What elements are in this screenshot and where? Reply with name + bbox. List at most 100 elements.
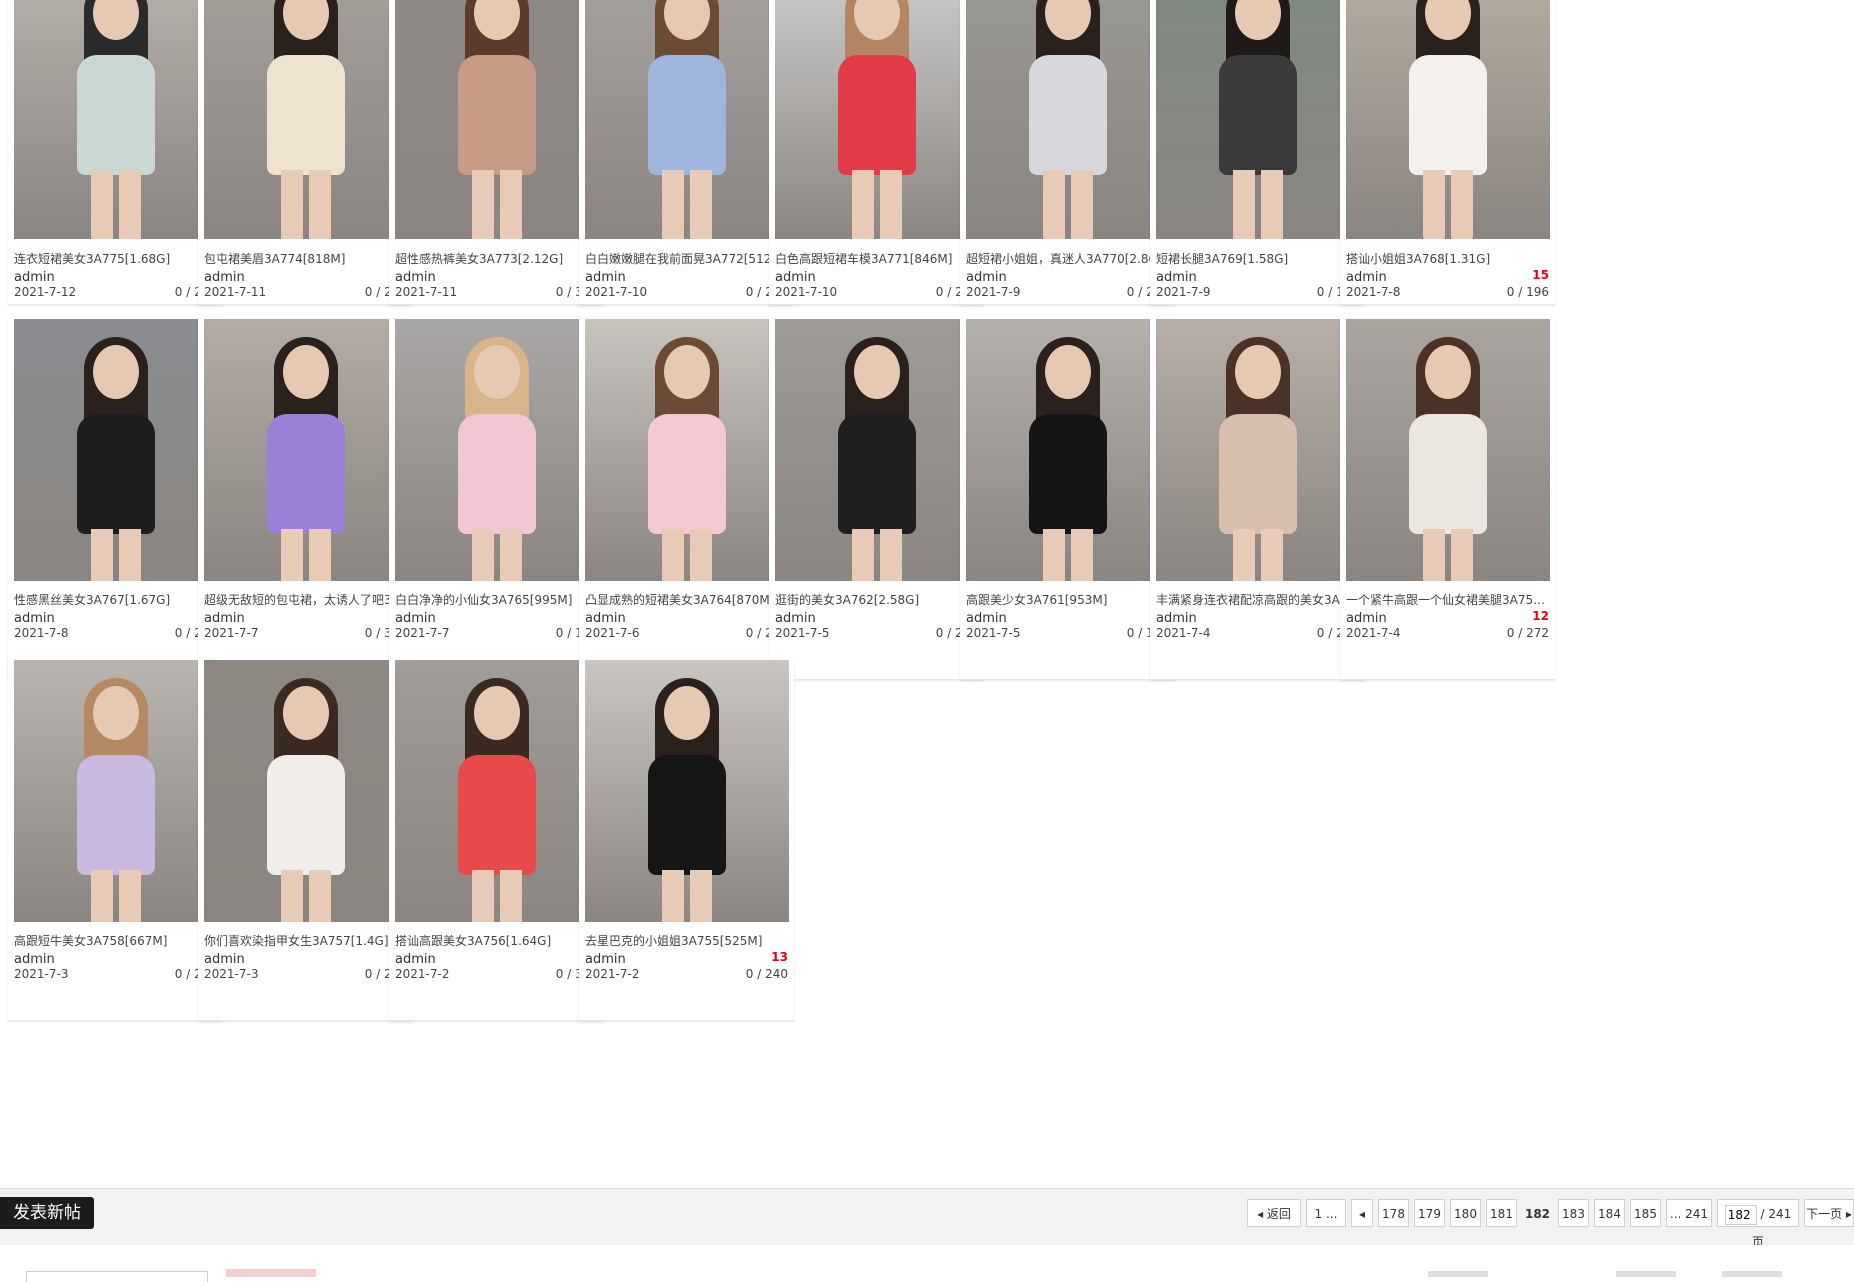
- page-link[interactable]: 183: [1558, 1199, 1589, 1227]
- next-page-button[interactable]: 下一页 ▸: [1804, 1199, 1854, 1227]
- thread-thumbnail[interactable]: [14, 660, 218, 922]
- thread-title[interactable]: 超级无敌短的包屯裙，太诱人了吧3...: [204, 591, 408, 608]
- thread-card[interactable]: 丰满紧身连衣裙配凉高跟的美女3A7...admin102021-7-40 / 2…: [1150, 319, 1365, 680]
- thread-thumbnail[interactable]: [1346, 319, 1550, 581]
- thread-author[interactable]: admin: [395, 611, 436, 626]
- thread-author[interactable]: admin: [775, 270, 816, 285]
- thread-card[interactable]: 去星巴克的小姐姐3A755[525M] admin 13 2021-7-2 0 / 24…: [579, 660, 794, 1021]
- thread-card[interactable]: 高跟短牛美女3A758[667M]admin122021-7-30 / 202: [8, 660, 223, 1021]
- thread-title[interactable]: 超性感热裤美女3A773[2.12G]: [395, 250, 599, 267]
- thread-card[interactable]: 超级无敌短的包屯裙，太诱人了吧3...admin152021-7-70 / 33…: [198, 319, 413, 680]
- page-link-label: 184: [1598, 1207, 1621, 1221]
- thread-card[interactable]: 高跟美少女3A761[953M]admin162021-7-50 / 179: [960, 319, 1175, 680]
- thread-thumbnail[interactable]: [1156, 0, 1360, 239]
- thread-title[interactable]: 去星巴克的小姐姐3A755[525M]: [585, 932, 789, 949]
- new-post-button[interactable]: 发表新帖: [0, 1197, 94, 1229]
- thread-author[interactable]: admin: [966, 611, 1007, 626]
- thread-card[interactable]: 连衣短裙美女3A775[1.68G]admin112021-7-120 / 22…: [8, 0, 223, 305]
- thread-thumbnail[interactable]: [204, 0, 408, 239]
- back-button[interactable]: ◂ 返回: [1247, 1199, 1301, 1227]
- thread-thumbnail[interactable]: [1346, 0, 1550, 239]
- page-jump[interactable]: / 241 页: [1717, 1199, 1799, 1249]
- thread-thumbnail[interactable]: [775, 319, 979, 581]
- thread-author[interactable]: admin: [966, 270, 1007, 285]
- thread-thumbnail[interactable]: [204, 319, 408, 581]
- thread-author[interactable]: admin: [14, 270, 55, 285]
- thread-author[interactable]: admin: [395, 952, 436, 967]
- thread-title[interactable]: 短裙长腿3A769[1.58G]: [1156, 250, 1360, 267]
- thread-thumbnail[interactable]: [395, 0, 599, 239]
- thread-author[interactable]: admin: [1346, 611, 1387, 626]
- thread-author[interactable]: admin: [204, 270, 245, 285]
- thread-title[interactable]: 丰满紧身连衣裙配凉高跟的美女3A7...: [1156, 591, 1360, 608]
- thread-title[interactable]: 高跟短牛美女3A758[667M]: [14, 932, 218, 949]
- thread-card[interactable]: 逛街的美女3A762[2.58G]admin232021-7-50 / 258: [769, 319, 984, 680]
- thread-thumbnail[interactable]: [14, 0, 218, 239]
- thread-thumbnail[interactable]: [966, 0, 1170, 239]
- thread-thumbnail[interactable]: [585, 0, 789, 239]
- thread-thumbnail[interactable]: [14, 319, 218, 581]
- thread-author[interactable]: admin: [14, 952, 55, 967]
- thread-title[interactable]: 超短裙小姐姐，真迷人3A770[2.8G]: [966, 250, 1170, 267]
- thread-thumbnail[interactable]: [585, 660, 789, 922]
- page-link[interactable]: 185: [1630, 1199, 1661, 1227]
- thread-thumbnail[interactable]: [395, 319, 599, 581]
- thread-author[interactable]: admin: [204, 611, 245, 626]
- thread-author[interactable]: admin: [1156, 270, 1197, 285]
- thread-card[interactable]: 性感黑丝美女3A767[1.67G]admin162021-7-80 / 256: [8, 319, 223, 680]
- page-last[interactable]: ... 241: [1666, 1199, 1712, 1227]
- thread-title[interactable]: 高跟美少女3A761[953M]: [966, 591, 1170, 608]
- thread-card[interactable]: 搭讪高跟美女3A756[1.64G]admin132021-7-20 / 315: [389, 660, 604, 1021]
- thread-card[interactable]: 白白净净的小仙女3A765[995M]admin132021-7-70 / 18…: [389, 319, 604, 680]
- page-first[interactable]: 1 ...: [1306, 1199, 1346, 1227]
- thumbnail-figure: [93, 345, 139, 399]
- thread-title[interactable]: 白白嫩嫩腿在我前面晃3A772[512M]: [585, 250, 789, 267]
- thread-author[interactable]: admin: [1346, 270, 1387, 285]
- prev-page-button[interactable]: ◂: [1351, 1199, 1373, 1227]
- thread-author[interactable]: admin: [585, 270, 626, 285]
- thread-card[interactable]: 你们喜欢染指甲女生3A757[1.4G]admin202021-7-30 / 2…: [198, 660, 413, 1021]
- page-jump-input[interactable]: [1724, 1204, 1757, 1225]
- thread-thumbnail[interactable]: [1156, 319, 1360, 581]
- thread-card[interactable]: 搭讪小姐姐3A768[1.31G] admin 15 2021-7-8 0 / 196: [1340, 0, 1555, 305]
- page-current[interactable]: 182: [1522, 1199, 1553, 1227]
- thread-card[interactable]: 一个紧牛高跟一个仙女裙美腿3A759... admin 12 2021-7-4 0 / …: [1340, 319, 1555, 680]
- thread-card[interactable]: 白白嫩嫩腿在我前面晃3A772[512M]admin142021-7-100 /…: [579, 0, 794, 305]
- thread-author[interactable]: admin: [204, 952, 245, 967]
- page-link[interactable]: 180: [1450, 1199, 1481, 1227]
- page-link[interactable]: 179: [1414, 1199, 1445, 1227]
- thread-title[interactable]: 搭讪高跟美女3A756[1.64G]: [395, 932, 599, 949]
- thread-title[interactable]: 凸显成熟的短裙美女3A764[870M]: [585, 591, 789, 608]
- thread-author[interactable]: admin: [14, 611, 55, 626]
- thread-card[interactable]: 白色高跟短裙车模3A771[846M]admin172021-7-100 / 2…: [769, 0, 984, 305]
- thread-thumbnail[interactable]: [395, 660, 599, 922]
- thread-author[interactable]: admin: [395, 270, 436, 285]
- thread-author[interactable]: admin: [585, 952, 626, 967]
- thread-thumbnail[interactable]: [585, 319, 789, 581]
- thread-title[interactable]: 性感黑丝美女3A767[1.67G]: [14, 591, 218, 608]
- thread-author[interactable]: admin: [775, 611, 816, 626]
- page-link[interactable]: 181: [1486, 1199, 1517, 1227]
- thread-card[interactable]: 包屯裙美眉3A774[818M]admin142021-7-110 / 213: [198, 0, 413, 305]
- thread-card[interactable]: 超短裙小姐姐，真迷人3A770[2.8G]admin182021-7-90 / …: [960, 0, 1175, 305]
- thread-thumbnail[interactable]: [204, 660, 408, 922]
- thread-author[interactable]: admin: [585, 611, 626, 626]
- thread-thumbnail[interactable]: [966, 319, 1170, 581]
- thread-title[interactable]: 一个紧牛高跟一个仙女裙美腿3A759...: [1346, 591, 1550, 608]
- thread-title[interactable]: 搭讪小姐姐3A768[1.31G]: [1346, 250, 1550, 267]
- thread-card[interactable]: 凸显成熟的短裙美女3A764[870M]admin102021-7-60 / 2…: [579, 319, 794, 680]
- thread-card[interactable]: 短裙长腿3A769[1.58G]admin172021-7-90 / 195: [1150, 0, 1365, 305]
- thread-title[interactable]: 白色高跟短裙车模3A771[846M]: [775, 250, 979, 267]
- page-link[interactable]: 178: [1378, 1199, 1409, 1227]
- thread-card[interactable]: 超性感热裤美女3A773[2.12G]admin132021-7-110 / 3…: [389, 0, 604, 305]
- thumbnail-figure: [93, 686, 139, 740]
- thread-author[interactable]: admin: [1156, 611, 1197, 626]
- thread-title[interactable]: 白白净净的小仙女3A765[995M]: [395, 591, 599, 608]
- thread-title[interactable]: 包屯裙美眉3A774[818M]: [204, 250, 408, 267]
- thread-title[interactable]: 连衣短裙美女3A775[1.68G]: [14, 250, 218, 267]
- page-link[interactable]: 184: [1594, 1199, 1625, 1227]
- thread-title[interactable]: 逛街的美女3A762[2.58G]: [775, 591, 979, 608]
- thread-title[interactable]: 你们喜欢染指甲女生3A757[1.4G]: [204, 932, 408, 949]
- thread-date: 2021-7-8: [1346, 285, 1401, 299]
- thread-thumbnail[interactable]: [775, 0, 979, 239]
